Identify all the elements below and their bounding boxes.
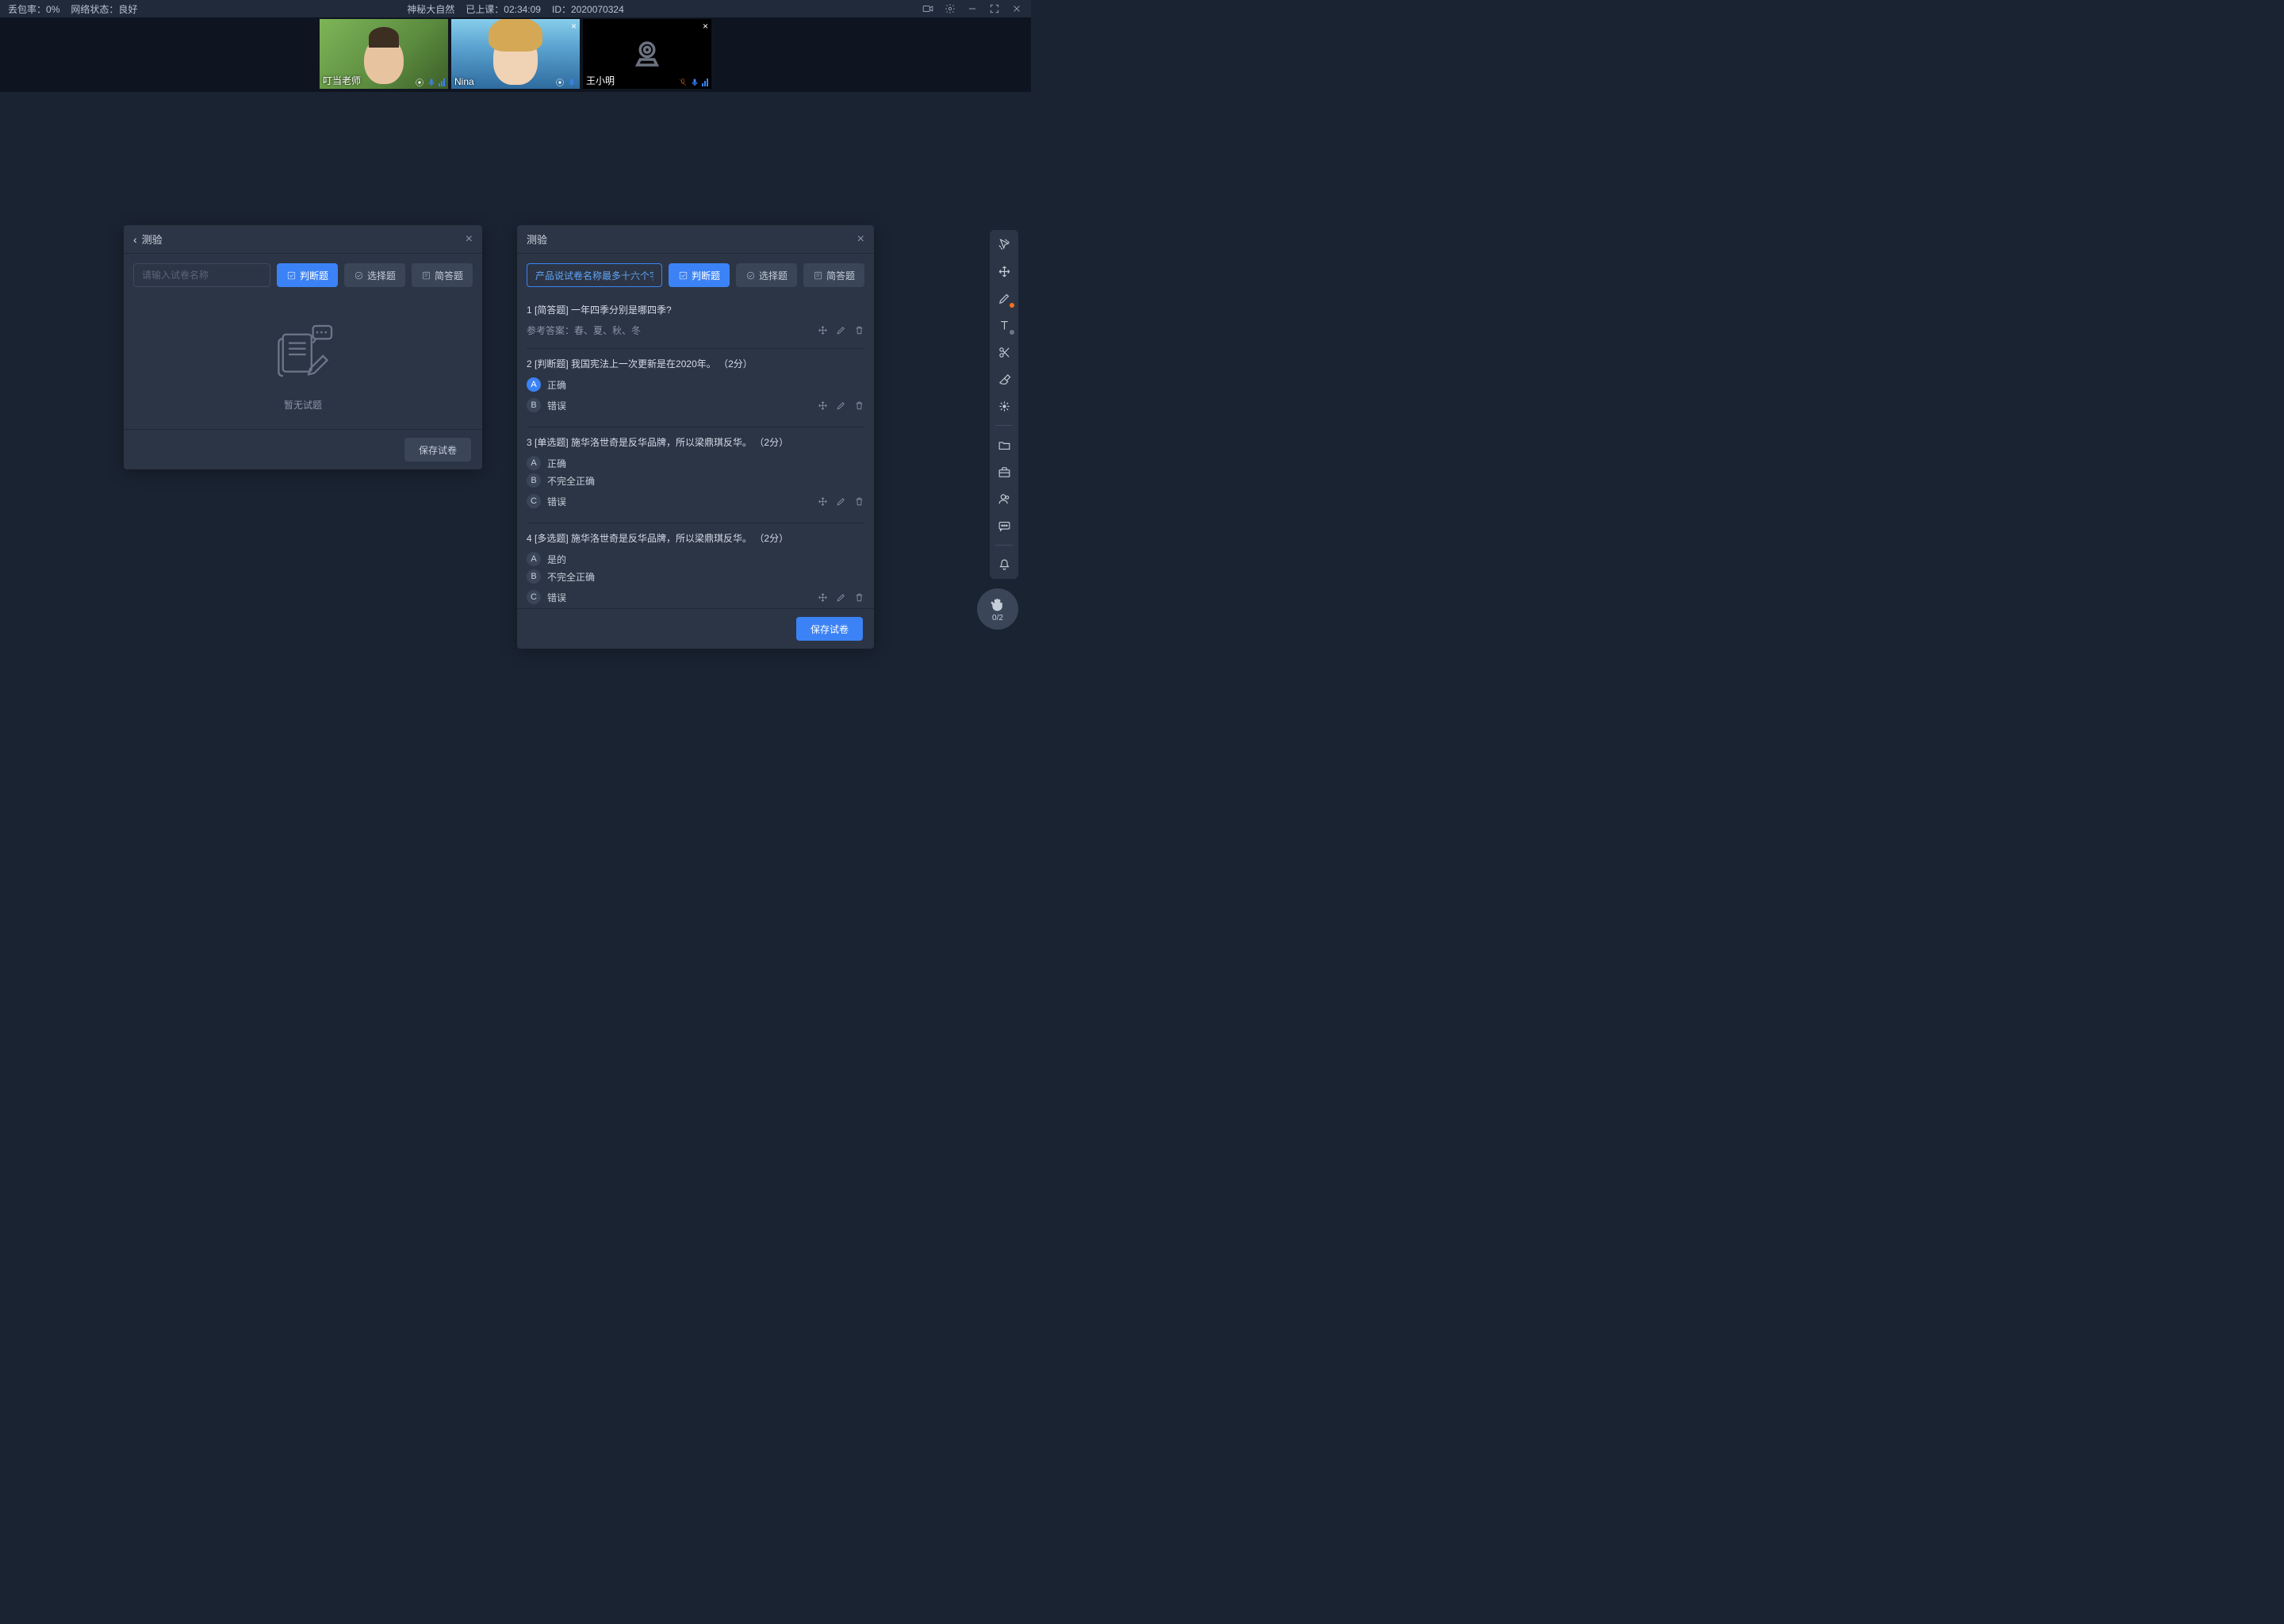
empty-illustration [267,319,339,390]
add-short-answer-button[interactable]: 简答题 [803,263,864,287]
question-item: 1 [简答题] 一年四季分别是哪四季? 参考答案： 春、夏、秋、冬 [527,295,864,349]
bell-tool[interactable] [996,557,1012,573]
add-judge-button[interactable]: 判断题 [277,263,338,287]
close-window-icon[interactable] [1010,2,1023,15]
video-tile-teacher[interactable]: 叮当老师 [320,19,448,89]
eraser-tool[interactable] [996,371,1012,387]
move-tool[interactable] [996,263,1012,279]
close-icon[interactable]: × [857,232,864,247]
chat-tool[interactable] [996,518,1012,534]
minimize-icon[interactable] [966,2,979,15]
class-title: 神秘大自然 [407,2,454,16]
video-tile-student-2[interactable]: × 王小明 [583,19,711,89]
edit-icon[interactable] [836,400,846,411]
maximize-icon[interactable] [988,2,1001,15]
camera-toggle-icon[interactable] [922,2,934,15]
save-quiz-button[interactable]: 保存试卷 [404,438,471,462]
toolbox-tool[interactable] [996,464,1012,480]
question-title: 4 [多选题] 施华洛世奇是反华品牌，所以梁鼎琪反华。 （2分） [527,531,864,546]
delete-icon[interactable] [854,592,864,603]
mic-indicator [678,78,708,87]
answer-label: 参考答案： [527,324,574,337]
users-tool[interactable] [996,491,1012,507]
elapsed-time: 已上课：02:34:09 [466,2,541,16]
option-item[interactable]: C错误 [527,590,566,604]
pointer-tool[interactable] [996,236,1012,252]
delete-icon[interactable] [854,325,864,335]
whiteboard-toolbox [990,230,1018,579]
question-title: 1 [简答题] 一年四季分别是哪四季? [527,303,864,317]
question-item: 3 [单选题] 施华洛世奇是反华品牌，所以梁鼎琪反华。 （2分） A正确 B不完… [527,427,864,523]
close-icon[interactable]: × [466,232,473,247]
session-id: ID：2020070324 [552,2,624,16]
move-icon[interactable] [818,325,828,335]
question-item: 2 [判断题] 我国宪法上一次更新是在2020年。 （2分） A正确 B错误 [527,349,864,427]
option-item[interactable]: A是的 [527,552,864,566]
top-bar: 丢包率：0% 网络状态：良好 神秘大自然 已上课：02:34:09 ID：202… [0,0,1031,17]
video-name: 王小明 [586,74,615,87]
option-item[interactable]: A正确 [527,456,864,470]
add-short-answer-button[interactable]: 简答题 [412,263,473,287]
folder-tool[interactable] [996,437,1012,453]
quiz-name-input[interactable] [527,263,662,287]
answer-text: 春、夏、秋、冬 [574,324,641,337]
add-judge-button[interactable]: 判断题 [669,263,730,287]
add-choice-button[interactable]: 选择题 [344,263,405,287]
edit-icon[interactable] [836,325,846,335]
question-title: 3 [单选题] 施华洛世奇是反华品牌，所以梁鼎琪反华。 （2分） [527,435,864,450]
delete-icon[interactable] [854,400,864,411]
scissors-tool[interactable] [996,344,1012,360]
close-icon[interactable]: × [703,21,708,32]
back-icon[interactable]: ‹ [133,233,137,246]
quiz-panel-filled: 测验 × 判断题 选择题 简答题 1 [简答题] 一年四季分别是哪四季? [517,225,874,649]
quiz-name-input[interactable] [133,263,270,287]
pen-tool[interactable] [996,290,1012,306]
loss-rate: 丢包率：0% [8,2,59,16]
mic-indicator [555,78,577,87]
mic-indicator [415,78,445,87]
network-status: 网络状态：良好 [71,2,137,16]
move-icon[interactable] [818,496,828,507]
option-item[interactable]: B不完全正确 [527,569,864,584]
panel-title: 测验 [527,232,547,247]
close-icon[interactable]: × [571,21,577,32]
laser-tool[interactable] [996,398,1012,414]
video-row: 叮当老师 × Nina × 王小明 [0,17,1031,92]
quiz-panel-empty: ‹ 测验 × 判断题 选择题 简答题 [124,225,482,469]
edit-icon[interactable] [836,592,846,603]
panel-title: 测验 [142,232,163,247]
empty-text: 暂无试题 [284,398,322,412]
video-name: Nina [454,76,474,87]
move-icon[interactable] [818,592,828,603]
edit-icon[interactable] [836,496,846,507]
question-title: 2 [判断题] 我国宪法上一次更新是在2020年。 （2分） [527,357,864,371]
option-item[interactable]: A正确 [527,377,864,392]
settings-icon[interactable] [944,2,956,15]
hand-count: 0/2 [992,614,1003,622]
delete-icon[interactable] [854,496,864,507]
video-tile-student-1[interactable]: × Nina [451,19,580,89]
video-name: 叮当老师 [323,74,361,87]
question-item: 4 [多选题] 施华洛世奇是反华品牌，所以梁鼎琪反华。 （2分） A是的 B不完… [527,523,864,608]
save-quiz-button[interactable]: 保存试卷 [796,617,863,641]
raise-hand-button[interactable]: 0/2 [977,588,1018,630]
add-choice-button[interactable]: 选择题 [736,263,797,287]
text-tool[interactable] [996,317,1012,333]
move-icon[interactable] [818,400,828,411]
option-item[interactable]: C错误 [527,494,566,508]
option-item[interactable]: B不完全正确 [527,473,864,488]
option-item[interactable]: B错误 [527,398,566,412]
